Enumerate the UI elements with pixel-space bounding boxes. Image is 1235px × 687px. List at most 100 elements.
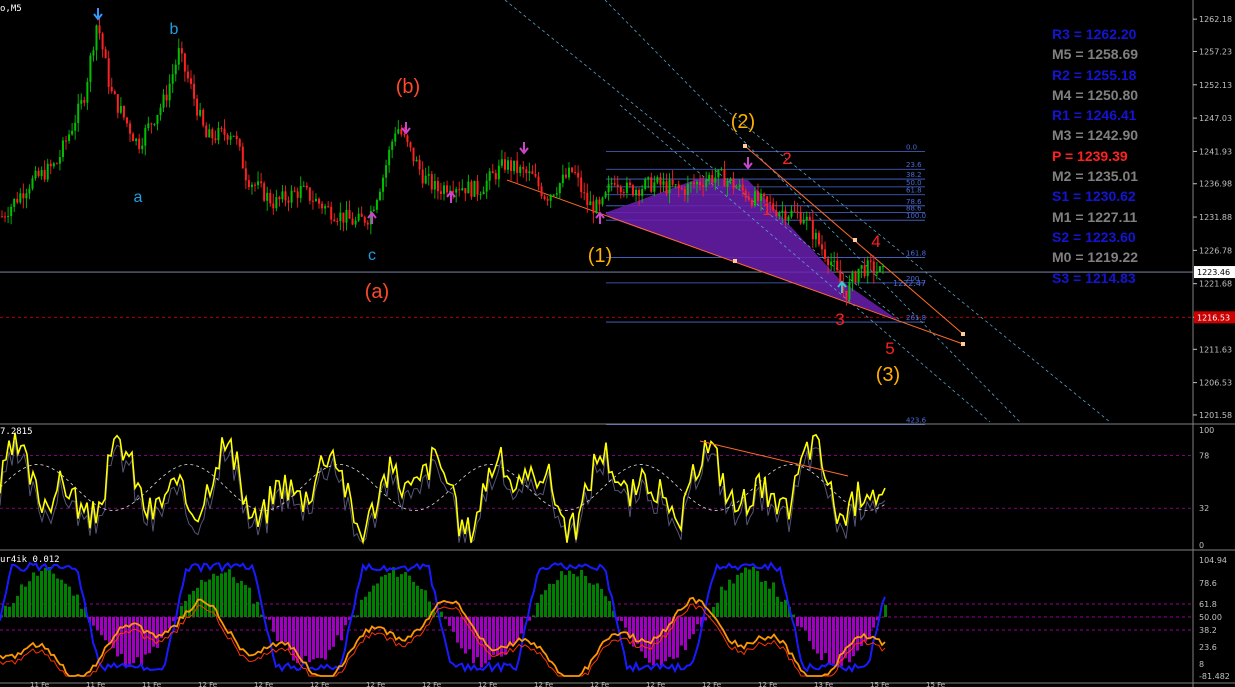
macd-histogram-bar — [32, 572, 35, 617]
candle-body — [580, 177, 583, 193]
macd-histogram-bar — [232, 577, 235, 617]
candle-body — [860, 265, 863, 269]
price-tick-label: 1241.93 — [1199, 147, 1232, 156]
candle-body — [260, 181, 263, 184]
candle-body — [470, 181, 473, 197]
candle-body — [738, 184, 741, 188]
candle-body — [7, 216, 10, 218]
candle-body — [881, 266, 884, 268]
candle-body — [321, 203, 324, 209]
macd-histogram-bar — [308, 617, 311, 663]
candle-body — [772, 203, 775, 211]
time-tick-label: 15 Fe — [926, 681, 945, 687]
candle-body — [68, 134, 71, 142]
macd-histogram-bar — [148, 617, 151, 654]
candle-body — [247, 180, 250, 188]
candle-body — [439, 191, 442, 194]
candle-body — [299, 186, 302, 198]
candle-body — [196, 98, 199, 116]
macd-histogram-bar — [108, 617, 111, 645]
candle-body — [443, 185, 445, 194]
candle-body — [851, 272, 854, 282]
candle-body — [113, 91, 116, 95]
trendline-anchor — [853, 238, 857, 242]
macd-tick-label: 23.6 — [1199, 643, 1217, 652]
macd-histogram-bar — [692, 617, 695, 635]
time-tick-label: 12 Fe — [758, 681, 777, 687]
candle-body — [52, 163, 55, 167]
macd-histogram-bar — [552, 584, 555, 617]
candle-body — [293, 190, 296, 192]
macd-histogram-bar — [72, 595, 75, 617]
pivot-level-1: M5 = 1258.69 — [1052, 46, 1139, 63]
candle-body — [10, 206, 13, 217]
candle-body — [635, 189, 638, 196]
fib-level-label: 161.8 — [906, 249, 926, 257]
macd-histogram-bar — [268, 617, 271, 620]
candle-body — [799, 212, 802, 224]
candle-body — [607, 184, 610, 193]
candle-body — [875, 271, 878, 274]
candle-body — [723, 169, 726, 187]
macd-histogram-bar — [644, 617, 647, 659]
macd-tick-label: 78.6 — [1199, 579, 1217, 588]
trendline-anchor — [961, 342, 965, 346]
macd-tick-label: 50.00 — [1199, 613, 1222, 622]
macd-histogram-bar — [380, 576, 383, 617]
candle-body — [488, 171, 491, 181]
candle-body — [74, 122, 77, 131]
candle-body — [793, 210, 796, 212]
candle-body — [455, 189, 458, 193]
candle-body — [333, 219, 336, 221]
macd-histogram-bar — [752, 566, 755, 617]
wave-label-w2: (2) — [731, 111, 755, 133]
wave-label-s2: 2 — [782, 149, 791, 168]
oscillator-tick-label: 100 — [1199, 426, 1214, 435]
candle-body — [193, 83, 196, 99]
candle-body — [650, 177, 653, 192]
macd-histogram-bar — [344, 617, 347, 626]
candle-body — [351, 218, 354, 225]
candle-body — [543, 196, 546, 200]
candle-body — [205, 125, 208, 138]
macd-histogram-bar — [48, 567, 51, 617]
candle-body — [689, 182, 692, 184]
candle-body — [144, 128, 147, 146]
candle-body — [168, 83, 171, 101]
candle-body — [400, 129, 403, 135]
macd-histogram-bar — [396, 577, 399, 617]
candle-body — [528, 171, 531, 174]
candle-body — [89, 55, 92, 82]
pivot-level-10: S2 = 1223.60 — [1052, 228, 1136, 245]
wave-label-s1: 1 — [762, 200, 771, 219]
oscillator-line — [0, 432, 886, 545]
candle-body — [281, 191, 284, 200]
candle-body — [747, 198, 750, 200]
candle-body — [817, 232, 820, 245]
macd-histogram-bar — [868, 617, 871, 638]
candle-body — [135, 138, 138, 142]
macd-histogram-bar — [100, 617, 103, 636]
macd-histogram-bar — [828, 617, 831, 664]
macd-histogram-bar — [248, 587, 251, 617]
macd-histogram-bar — [568, 570, 571, 617]
time-tick-label: 11 Fe — [30, 681, 49, 687]
macd-histogram-bar — [404, 572, 407, 617]
trading-chart[interactable]: 0.023.638.250.061.878.688.6100.0161.8200… — [0, 0, 1235, 687]
candle-body — [656, 177, 659, 183]
pivot-level-11: M0 = 1219.22 — [1052, 249, 1139, 266]
candle-body — [1, 216, 3, 218]
macd-histogram-bar — [312, 617, 315, 660]
macd-histogram-bar — [124, 617, 127, 666]
candle-body — [318, 198, 321, 204]
candle-body — [16, 198, 19, 203]
macd-histogram-bar — [452, 617, 455, 632]
time-tick-label: 12 Fe — [646, 681, 665, 687]
pivot-level-9: M1 = 1227.11 — [1052, 208, 1138, 225]
candle-body — [430, 174, 433, 190]
candle-body — [680, 187, 683, 189]
macd-histogram-bar — [696, 617, 699, 625]
candle-body — [153, 123, 156, 125]
fractal-arrow — [93, 8, 103, 21]
macd-histogram-bar — [440, 611, 443, 617]
